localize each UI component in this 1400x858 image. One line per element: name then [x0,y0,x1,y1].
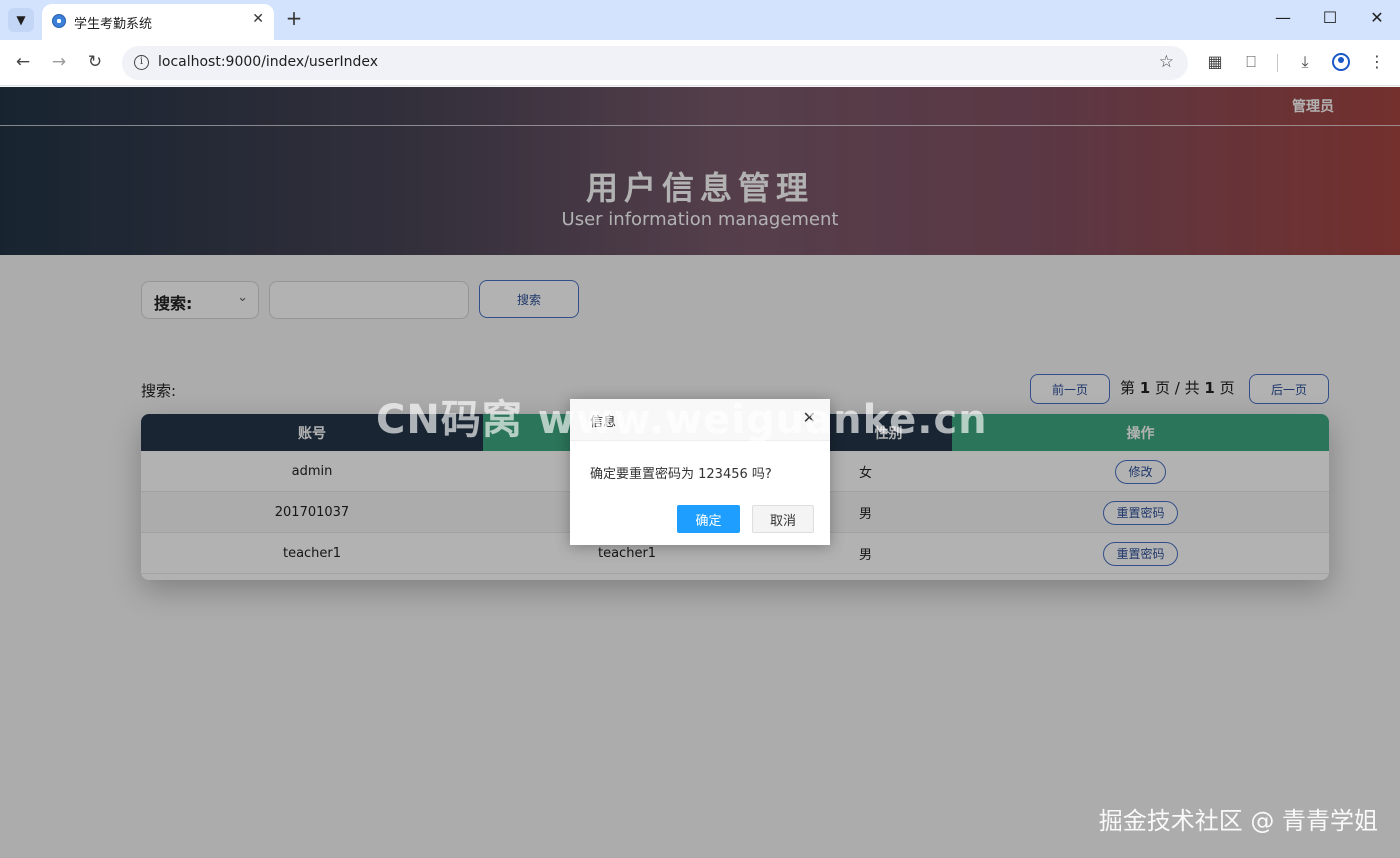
browser-tab[interactable]: 学生考勤系统 ✕ [42,4,274,40]
address-bar[interactable]: i localhost:9000/index/userIndex ☆ [122,46,1188,80]
dialog-title: 信息 [590,415,617,430]
puzzle-icon[interactable]: ⎕ [1240,52,1262,72]
confirm-dialog: 信息 ✕ 确定要重置密码为 123456 吗? 确定 取消 [570,399,830,545]
window-close-icon[interactable]: ✕ [1362,8,1392,27]
maximize-icon[interactable]: ☐ [1315,8,1345,27]
chevron-down-icon[interactable]: ▼ [8,8,34,32]
browser-toolbar: ← → ↻ i localhost:9000/index/userIndex ☆… [0,40,1400,86]
profile-icon[interactable] [1332,53,1350,71]
favicon-icon [52,14,66,28]
arrow-right-icon[interactable]: → [48,52,70,72]
tab-title: 学生考勤系统 [74,17,153,32]
arrow-left-icon[interactable]: ← [12,52,34,72]
minimize-icon[interactable]: — [1268,8,1298,27]
reload-icon[interactable]: ↻ [84,52,106,72]
page-content: 管理员 用户信息管理 User information management 搜… [0,87,1400,858]
star-icon[interactable]: ☆ [1159,52,1174,72]
dialog-message: 确定要重置密码为 123456 吗? [590,467,772,482]
browser-tab-bar: ▼ 学生考勤系统 ✕ + — ☐ ✕ [0,0,1400,40]
close-icon[interactable]: ✕ [252,11,264,27]
dialog-header: 信息 ✕ [570,399,830,441]
confirm-button[interactable]: 确定 [677,505,740,533]
download-icon[interactable]: ⤓ [1294,52,1316,72]
cancel-button[interactable]: 取消 [752,505,814,533]
more-vertical-icon[interactable]: ⋮ [1366,52,1388,71]
crop-icon[interactable]: ▦ [1204,52,1226,71]
info-icon[interactable]: i [134,55,149,70]
plus-icon[interactable]: + [284,8,304,30]
close-icon[interactable]: ✕ [803,408,816,427]
url-text[interactable]: localhost:9000/index/userIndex [158,54,378,70]
toolbar-divider [1277,54,1278,72]
